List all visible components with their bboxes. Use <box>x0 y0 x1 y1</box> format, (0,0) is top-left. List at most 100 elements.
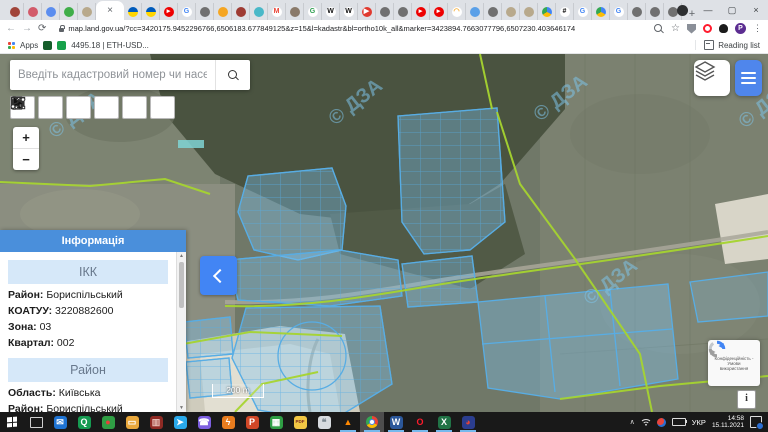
browser-tab[interactable] <box>196 3 214 20</box>
language-indicator[interactable]: УКР <box>692 418 706 427</box>
window-maximize-button[interactable]: ▢ <box>720 0 744 20</box>
start-button[interactable] <box>0 412 24 432</box>
browser-tab[interactable] <box>466 3 484 20</box>
browser-tab[interactable] <box>214 3 232 20</box>
back-button[interactable]: ← <box>6 24 16 34</box>
browser-menu-icon[interactable]: ⋮ <box>753 23 762 34</box>
tray-chevron-up-icon[interactable]: ∧ <box>630 418 635 426</box>
browser-tab[interactable] <box>628 3 646 20</box>
url-box[interactable]: map.land.gov.ua/?cc=3420175.9452296766,6… <box>52 21 648 36</box>
browser-tab[interactable] <box>250 3 268 20</box>
browser-tab[interactable]: W <box>322 3 340 20</box>
viber-app[interactable]: ☎ <box>192 412 216 432</box>
red-app[interactable]: ▥ <box>144 412 168 432</box>
browser-tab[interactable]: # <box>556 3 574 20</box>
window-minimize-button[interactable]: — <box>696 0 720 20</box>
browser-tab[interactable]: M <box>268 3 286 20</box>
apps-grid-icon[interactable] <box>8 42 15 49</box>
browser-tab[interactable] <box>394 3 412 20</box>
browser-tab[interactable] <box>502 3 520 20</box>
clock[interactable]: 14:58 15.11.2021 <box>712 415 744 430</box>
apps-label[interactable]: Apps <box>20 41 38 50</box>
route-tool-button[interactable] <box>150 96 175 119</box>
vlc-app[interactable]: ▲ <box>336 412 360 432</box>
powerpoint-app[interactable]: P <box>240 412 264 432</box>
chart-app[interactable]: ▦ <box>264 412 288 432</box>
map-info-button[interactable]: i <box>737 390 756 409</box>
browser-tab[interactable] <box>124 3 142 20</box>
media-app[interactable]: ◕ <box>456 412 480 432</box>
search-input[interactable] <box>10 69 215 81</box>
qgis-app[interactable]: Q <box>72 412 96 432</box>
browser-tab[interactable]: ▶ <box>358 3 376 20</box>
ticker-favicon[interactable] <box>57 41 66 50</box>
browser-tab[interactable] <box>42 3 60 20</box>
search-button[interactable] <box>215 60 250 90</box>
browser-tab[interactable] <box>6 3 24 20</box>
panel-scrollbar[interactable]: ▲ ▼ <box>176 252 186 412</box>
browser-tab[interactable]: G <box>610 3 628 20</box>
measure-length-button[interactable]: M <box>38 96 63 119</box>
browser-tab[interactable]: ◠ <box>448 3 466 20</box>
zoom-in-button[interactable]: + <box>13 127 39 149</box>
collapse-panel-button[interactable] <box>200 256 237 295</box>
browser-tab[interactable]: G <box>178 3 196 20</box>
browser-tab[interactable] <box>142 3 160 20</box>
excel-app[interactable]: X <box>432 412 456 432</box>
task-view-button[interactable] <box>24 412 48 432</box>
map-canvas[interactable]: © ДЗА © ДЗА © ДЗА © ДЗА © ДЗА © ДЗА <box>0 54 768 412</box>
action-center-icon[interactable] <box>750 416 762 428</box>
browser-tab[interactable] <box>24 3 42 20</box>
screen-help-button[interactable]: ? <box>122 96 147 119</box>
browser-tab[interactable] <box>592 3 610 20</box>
scroll-thumb[interactable] <box>179 262 184 308</box>
battery-icon[interactable] <box>672 418 686 426</box>
browser-profile-dot-icon[interactable] <box>677 5 688 16</box>
menu-button[interactable] <box>735 60 762 96</box>
browser-tab[interactable] <box>538 3 556 20</box>
browser-tab[interactable] <box>60 3 78 20</box>
opera-app[interactable]: O <box>408 412 432 432</box>
zoom-out-button[interactable]: − <box>13 149 39 170</box>
browser-tab[interactable] <box>484 3 502 20</box>
paw-extension-icon[interactable] <box>719 24 728 33</box>
browser-tab[interactable]: ▸ <box>430 3 448 20</box>
lightning-app[interactable]: ϟ <box>216 412 240 432</box>
recaptcha-badge[interactable]: Конфіденційність - Умовивикористання <box>708 340 760 386</box>
chrome-app[interactable] <box>360 412 384 432</box>
word-app[interactable]: W <box>384 412 408 432</box>
zoom-page-icon[interactable] <box>654 24 664 34</box>
red-ring-extension-icon[interactable] <box>703 24 712 33</box>
bird-app[interactable]: ❝ <box>312 412 336 432</box>
wifi-icon[interactable] <box>641 418 651 426</box>
bookmark-favicon[interactable] <box>43 41 52 50</box>
browser-tab[interactable]: × <box>96 1 124 20</box>
browser-tab[interactable] <box>520 3 538 20</box>
eth-ticker-bookmark[interactable]: 4495.18 | ETH-USD... <box>71 41 149 50</box>
browser-tab[interactable] <box>286 3 304 20</box>
browser-tab[interactable]: W <box>340 3 358 20</box>
measure-area-button[interactable]: M² <box>66 96 91 119</box>
mail-app[interactable]: ✉ <box>48 412 72 432</box>
layers-button[interactable] <box>694 60 730 96</box>
bookmark-star-icon[interactable]: ☆ <box>671 23 680 34</box>
telegram-app[interactable]: ➤ <box>168 412 192 432</box>
browser-tab[interactable]: G <box>574 3 592 20</box>
browser-tab[interactable] <box>376 3 394 20</box>
reload-button[interactable]: ⟳ <box>38 24 46 34</box>
browser-tab[interactable] <box>78 3 96 20</box>
browser-tab[interactable] <box>232 3 250 20</box>
browser-tab[interactable]: G <box>304 3 322 20</box>
browser-tab[interactable]: ▸ <box>412 3 430 20</box>
select-cursor-button[interactable] <box>94 96 119 119</box>
scroll-up-icon[interactable]: ▲ <box>177 252 186 260</box>
url-text[interactable]: map.land.gov.ua/?cc=3420175.9452296766,6… <box>68 24 575 33</box>
shield-extension-icon[interactable] <box>687 24 696 34</box>
browser-tray-icon[interactable] <box>657 418 666 427</box>
globe-gis-app[interactable]: ● <box>96 412 120 432</box>
browser-tab[interactable]: ▸ <box>160 3 178 20</box>
browser-tab[interactable] <box>646 3 664 20</box>
file-explorer[interactable]: ▭ <box>120 412 144 432</box>
reading-list-button[interactable]: Reading list <box>695 40 760 50</box>
window-close-button[interactable]: × <box>744 0 768 20</box>
